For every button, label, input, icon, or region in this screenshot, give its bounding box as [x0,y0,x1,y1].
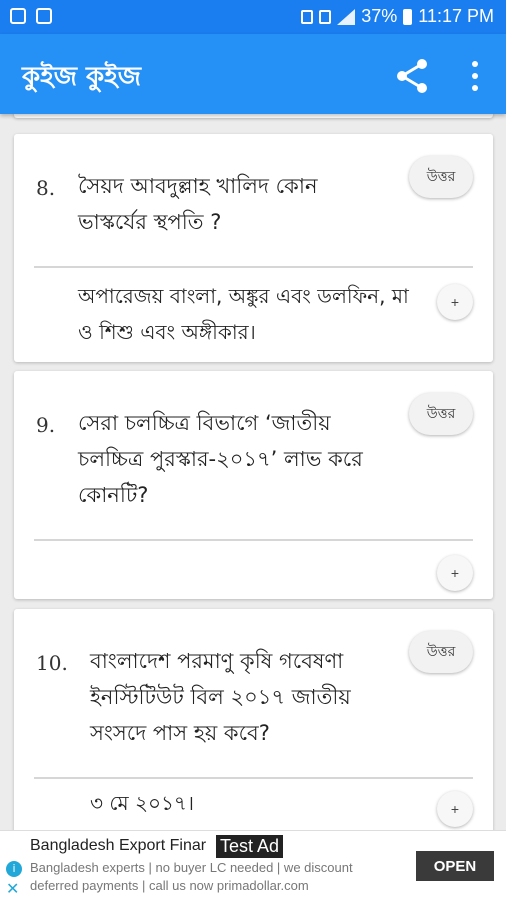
expand-button[interactable]: + [437,284,473,320]
answer-text: অপারেজয় বাংলা, অঙ্কুর এবং ডলফিন, মা ও শ… [78,284,409,344]
sim-icon [319,9,332,24]
signal-icon [337,8,356,25]
ad-title[interactable]: Bangladesh Export Finar [30,837,220,855]
wifi-icon [301,9,314,24]
info-icon[interactable]: i [6,861,22,877]
close-icon[interactable]: ✕ [6,881,19,897]
question-card-previous [14,114,493,118]
ad-description[interactable]: Bangladesh experts | no buyer LC needed … [30,859,400,895]
image-notification-icon [10,8,26,24]
question-card: 8. সৈয়দ আবদুল্লাহ খালিদ কোন ভাস্কর্যের … [14,134,493,362]
status-bar: 37% 11:17 PM [0,0,506,34]
answer-text: ৩ মে ২০১৭। [90,791,195,815]
question-text: সৈয়দ আবদুল্লাহ খালিদ কোন ভাস্কর্যের স্থ… [78,174,318,234]
question-number: 8. [36,176,56,200]
answer-button[interactable]: উত্তর [409,631,473,673]
expand-button[interactable]: + [437,791,473,827]
share-icon[interactable] [392,56,432,96]
question-text: সেরা চলচ্চিত্র বিভাগে ‘জাতীয় চলচ্চিত্র … [78,411,363,507]
answer-button[interactable]: উত্তর [409,393,473,435]
question-list[interactable]: 8. সৈয়দ আবদুল্লাহ খালিদ কোন ভাস্কর্যের … [0,114,506,830]
battery-percent: 37% [361,6,398,26]
question-card: 9. সেরা চলচ্চিত্র বিভাগে ‘জাতীয় চলচ্চিত… [14,371,493,599]
question-number: 9. [36,413,56,437]
divider [34,777,473,779]
question-text: বাংলাদেশ পরমাণু কৃষি গবেষণা ইনস্টিটিউট ব… [90,649,351,745]
divider [34,266,473,268]
answer-button[interactable]: উত্তর [409,156,473,198]
ad-open-button[interactable]: OPEN [416,851,494,881]
clock: 11:17 PM [418,6,494,26]
test-ad-badge: Test Ad [216,835,284,858]
app-bar: কুইজ কুইজ [0,34,506,114]
divider [34,539,473,541]
battery-icon [403,8,413,25]
question-card: 10. বাংলাদেশ পরমাণু কৃষি গবেষণা ইনস্টিটি… [14,609,493,830]
expand-button[interactable]: + [437,555,473,591]
question-number: 10. [36,651,68,675]
settings-notification-icon [36,8,52,24]
ad-banner[interactable]: i ✕ Bangladesh Export Finar Test Ad Bang… [0,830,506,900]
more-vert-icon[interactable] [462,56,488,96]
app-title: কুইজ কুইজ [22,62,142,92]
